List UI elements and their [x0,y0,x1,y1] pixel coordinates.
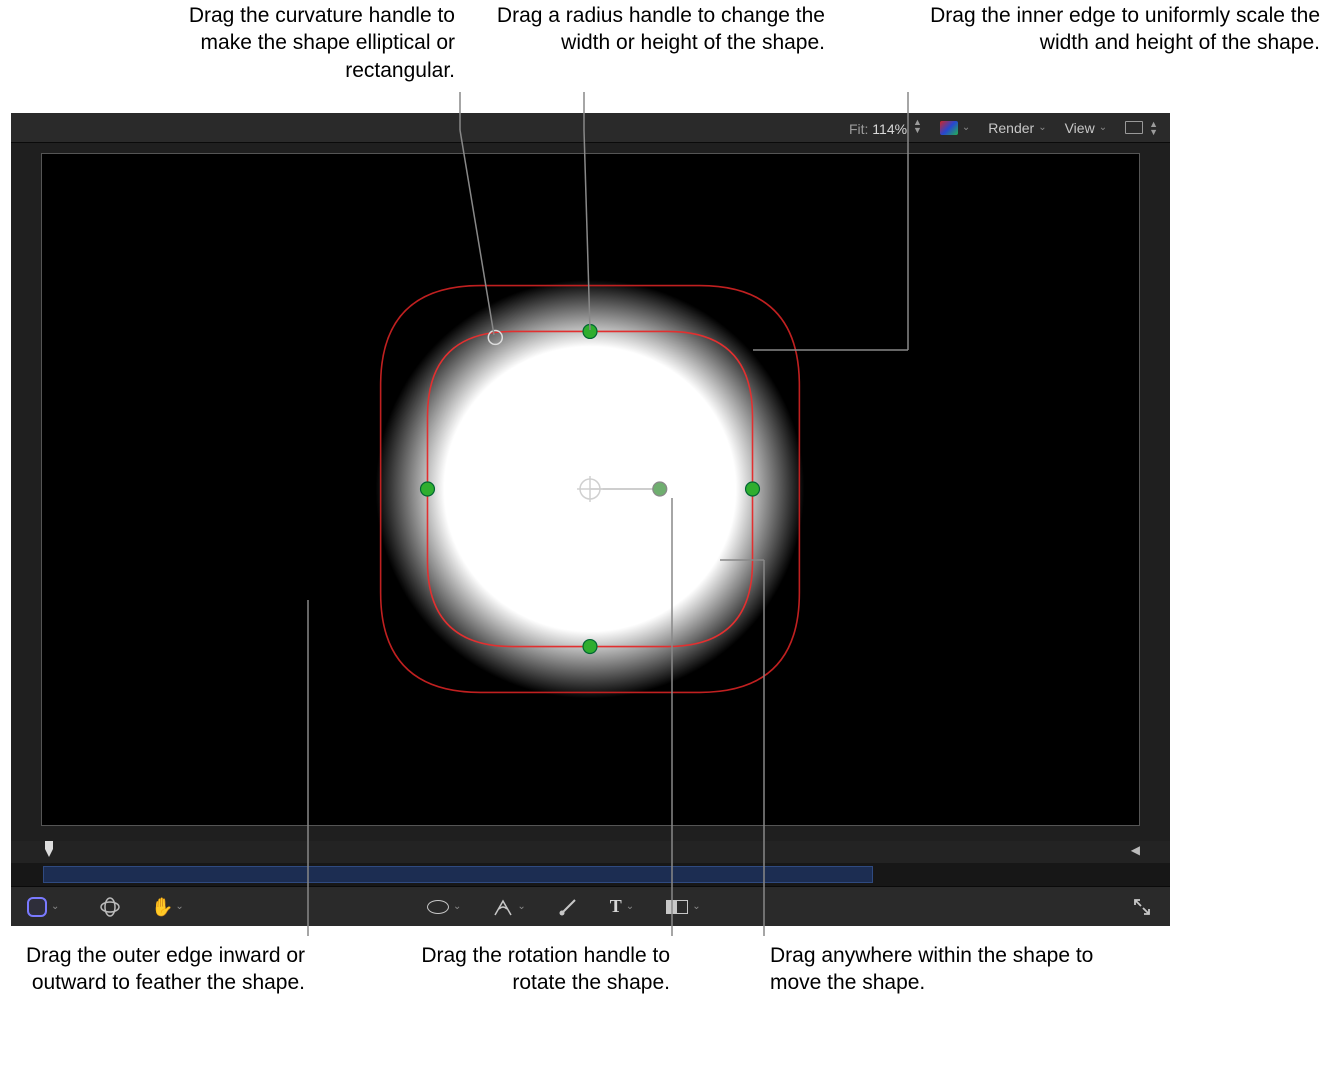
monitor-icon [1125,121,1143,134]
color-swatch-menu[interactable]: ⌄ [940,121,970,135]
zoom-fit-control[interactable]: Fit: 114% ▲▼ [849,118,922,137]
view-menu[interactable]: View ⌄ [1065,120,1107,136]
radius-handle-left[interactable] [421,482,435,496]
text-tool-icon: T [610,896,622,917]
chevron-down-icon: ⌄ [962,122,970,133]
chevron-down-icon: ⌄ [1038,122,1046,133]
radius-handle-top[interactable] [583,324,597,338]
onscreen-controls-svg [42,154,1139,825]
rotation-handle[interactable] [653,482,667,496]
gradient-swatch-icon [940,121,958,135]
chevron-down-icon: ⌄ [175,901,183,912]
brush-tool[interactable] [552,892,584,921]
pen-tool-icon [493,897,513,917]
hand-tool[interactable]: ✋⌄ [145,893,189,921]
pen-tool[interactable]: ⌄ [487,892,531,921]
chevron-down-icon: ⌄ [626,901,634,912]
mask-tool[interactable]: ⌄ [660,892,706,921]
hand-icon: ✋ [151,897,171,917]
radius-handle-bottom[interactable] [583,640,597,654]
playhead-icon [45,841,53,857]
canvas[interactable] [41,153,1140,826]
callout-radius: Drag a radius handle to change the width… [495,2,825,57]
out-point-icon: ◀ [1131,843,1140,857]
radius-handle-right[interactable] [746,482,760,496]
viewer-window: Fit: 114% ▲▼ ⌄ Render ⌄ View ⌄ ▲▼ [11,113,1170,926]
zoom-value: 114% [872,121,907,137]
callout-outer-edge: Drag the outer edge inward or outward to… [25,942,305,997]
output-monitor-menu[interactable]: ▲▼ [1125,120,1158,136]
callout-rotation: Drag the rotation handle to rotate the s… [370,942,670,997]
expand-icon [1132,897,1152,917]
text-tool[interactable]: T⌄ [604,892,640,921]
stepper-icon: ▲▼ [1149,120,1158,136]
render-label: Render [988,120,1034,136]
orbit-3d-tool[interactable] [93,892,127,922]
viewer-topbar: Fit: 114% ▲▼ ⌄ Render ⌄ View ⌄ ▲▼ [11,113,1170,143]
chevron-down-icon: ⌄ [692,901,700,912]
shape-select-tool[interactable]: ⌄ [21,893,65,921]
orbit-3d-icon [99,896,121,918]
play-range-row[interactable] [11,863,1170,886]
chevron-down-icon: ⌄ [1099,122,1107,133]
mini-timeline[interactable]: ◀ [11,841,1170,863]
render-menu[interactable]: Render ⌄ [988,120,1046,136]
fit-label: Fit: [849,121,868,137]
ellipse-shape-tool[interactable]: ⌄ [421,892,467,921]
canvas-toolbar: ⌄ ✋⌄ ⌄ ⌄ T⌄ ⌄ [11,886,1170,926]
ellipse-shape-icon [427,900,449,914]
chevron-down-icon: ⌄ [517,901,525,912]
chevron-down-icon: ⌄ [51,901,59,912]
stepper-icon: ▲▼ [913,118,922,134]
play-range-bar[interactable] [43,866,873,883]
chevron-down-icon: ⌄ [453,901,461,912]
callout-inner-edge: Drag the inner edge to uniformly scale t… [900,2,1320,57]
view-label: View [1065,120,1095,136]
expand-canvas-button[interactable] [1126,893,1158,921]
callout-curvature: Drag the curvature handle to make the sh… [160,2,455,84]
callout-move: Drag anywhere within the shape to move t… [770,942,1100,997]
shape-select-icon [27,897,47,917]
brush-tool-icon [558,897,578,917]
mask-tool-icon [666,900,688,914]
